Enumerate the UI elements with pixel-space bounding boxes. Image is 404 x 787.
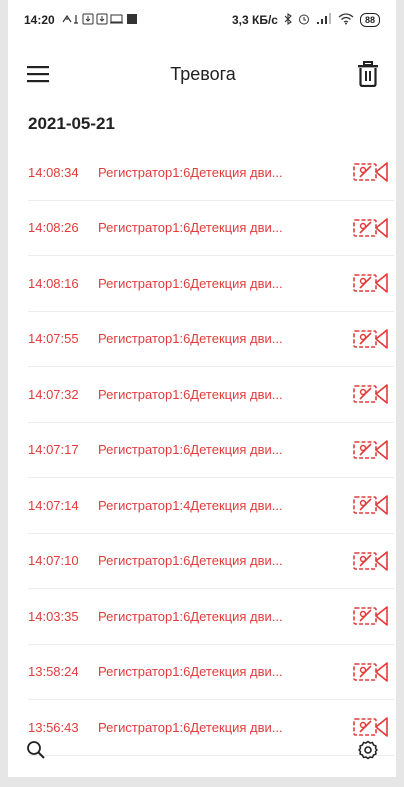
video-playback-icon[interactable] [352,549,390,573]
battery-indicator: 88 [359,13,380,27]
page-title: Тревога [170,63,236,84]
alarm-description: Регистратор1:6Детекция дви... [98,331,283,347]
alarm-row[interactable]: 14:07:32 Регистратор1:6Детекция дви... [28,367,394,423]
search-button[interactable] [26,740,46,765]
alarm-row[interactable]: 14:08:26 Регистратор1:6Детекция дви... [28,201,394,256]
video-playback-icon[interactable] [352,160,390,184]
alarm-list: 14:08:34 Регистратор1:6Детекция дви... 14:… [28,145,394,756]
status-time: 14:20 [24,13,55,27]
status-bar: 14:20 3,3 КБ/с 88 [8,0,396,40]
status-left: 14:20 [24,13,143,28]
alarm-description: Регистратор1:6Детекция дви... [98,664,283,680]
video-playback-icon[interactable] [352,271,390,295]
alarm-time: 14:07:32 [28,386,79,402]
alarm-row[interactable]: 14:03:35 Регистратор1:6Детекция дви... [28,589,394,645]
bluetooth-icon [284,12,292,28]
signal-icon [316,12,332,28]
settings-icon [358,740,378,759]
alarm-time: 14:07:55 [28,331,79,347]
alarm-description: Регистратор1:6Детекция дви... [98,386,283,402]
menu-icon [27,66,49,83]
delete-all-button[interactable] [354,60,382,88]
alarm-row[interactable]: 13:58:24 Регистратор1:6Детекция дви... [28,645,394,700]
app-bar: Тревога [8,48,396,100]
video-playback-icon[interactable] [352,660,390,684]
alarm-row[interactable]: 14:07:55 Регистратор1:6Детекция дви... [28,312,394,367]
network-speed: 3,3 КБ/с [232,13,278,27]
alarm-description: Регистратор1:6Детекция дви... [98,220,283,236]
video-playback-icon[interactable] [352,438,390,462]
alarm-time: 14:07:17 [28,442,79,458]
settings-button[interactable] [358,740,378,765]
video-playback-icon[interactable] [352,216,390,240]
alarm-row[interactable]: 14:07:10 Регистратор1:6Детекция дви... [28,534,394,589]
bottom-bar [8,727,396,777]
notification-icons [61,13,143,28]
alarm-time: 14:07:10 [28,553,79,569]
alarm-description: Регистратор1:6Детекция дви... [98,275,283,291]
alarm-description: Регистратор1:6Детекция дви... [98,442,283,458]
alarm-time: 14:03:35 [28,608,79,624]
alarm-time: 14:08:34 [28,164,79,180]
alarm-row[interactable]: 14:08:16 Регистратор1:6Детекция дви... [28,256,394,312]
trash-icon [358,61,378,87]
video-playback-icon[interactable] [352,327,390,351]
alarm-description: Регистратор1:6Детекция дви... [98,608,283,624]
alarm-time: 14:08:16 [28,275,79,291]
video-playback-icon[interactable] [352,382,390,406]
alarm-row[interactable]: 14:07:14 Регистратор1:4Детекция дви... [28,478,394,534]
video-playback-icon[interactable] [352,604,390,628]
status-right: 3,3 КБ/с 88 [232,12,380,28]
search-icon [27,740,45,759]
alarm-description: Регистратор1:6Детекция дви... [98,553,283,569]
wifi-icon [338,12,354,28]
alarm-time: 14:07:14 [28,497,79,513]
alarm-description: Регистратор1:4Детекция дви... [98,497,283,513]
alarm-time: 13:58:24 [28,664,79,680]
alarm-time: 14:08:26 [28,220,79,236]
date-header: 2021-05-21 [28,114,115,133]
alarm-row[interactable]: 14:08:34 Регистратор1:6Детекция дви... [28,145,394,201]
menu-button[interactable] [24,60,52,88]
alarm-row[interactable]: 14:07:17 Регистратор1:6Детекция дви... [28,423,394,478]
alarm-clock-icon [298,13,310,28]
alarm-description: Регистратор1:6Детекция дви... [98,164,283,180]
video-playback-icon[interactable] [352,493,390,517]
